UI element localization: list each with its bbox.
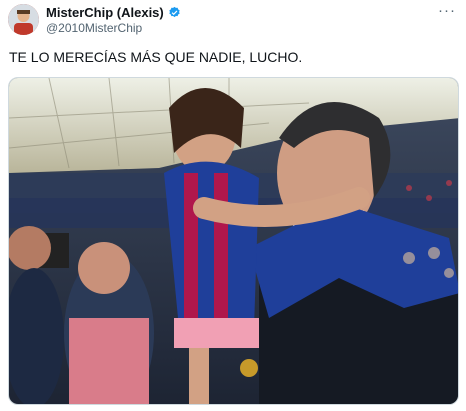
more-options-button[interactable]: ··· (438, 2, 456, 19)
verified-badge-icon (168, 6, 181, 19)
avatar-image (8, 4, 39, 35)
author-handle[interactable]: @2010MisterChip (46, 21, 142, 35)
tweet-card: MisterChip (Alexis) @2010MisterChip ··· … (0, 0, 466, 411)
author-display-name[interactable]: MisterChip (Alexis) (46, 5, 164, 20)
celebration-photo (9, 78, 458, 404)
tweet-photo[interactable] (8, 77, 459, 405)
tweet-text: TE LO MERECÍAS MÁS QUE NADIE, LUCHO. (9, 49, 303, 65)
avatar[interactable] (8, 4, 39, 35)
author-row: MisterChip (Alexis) (46, 5, 181, 20)
